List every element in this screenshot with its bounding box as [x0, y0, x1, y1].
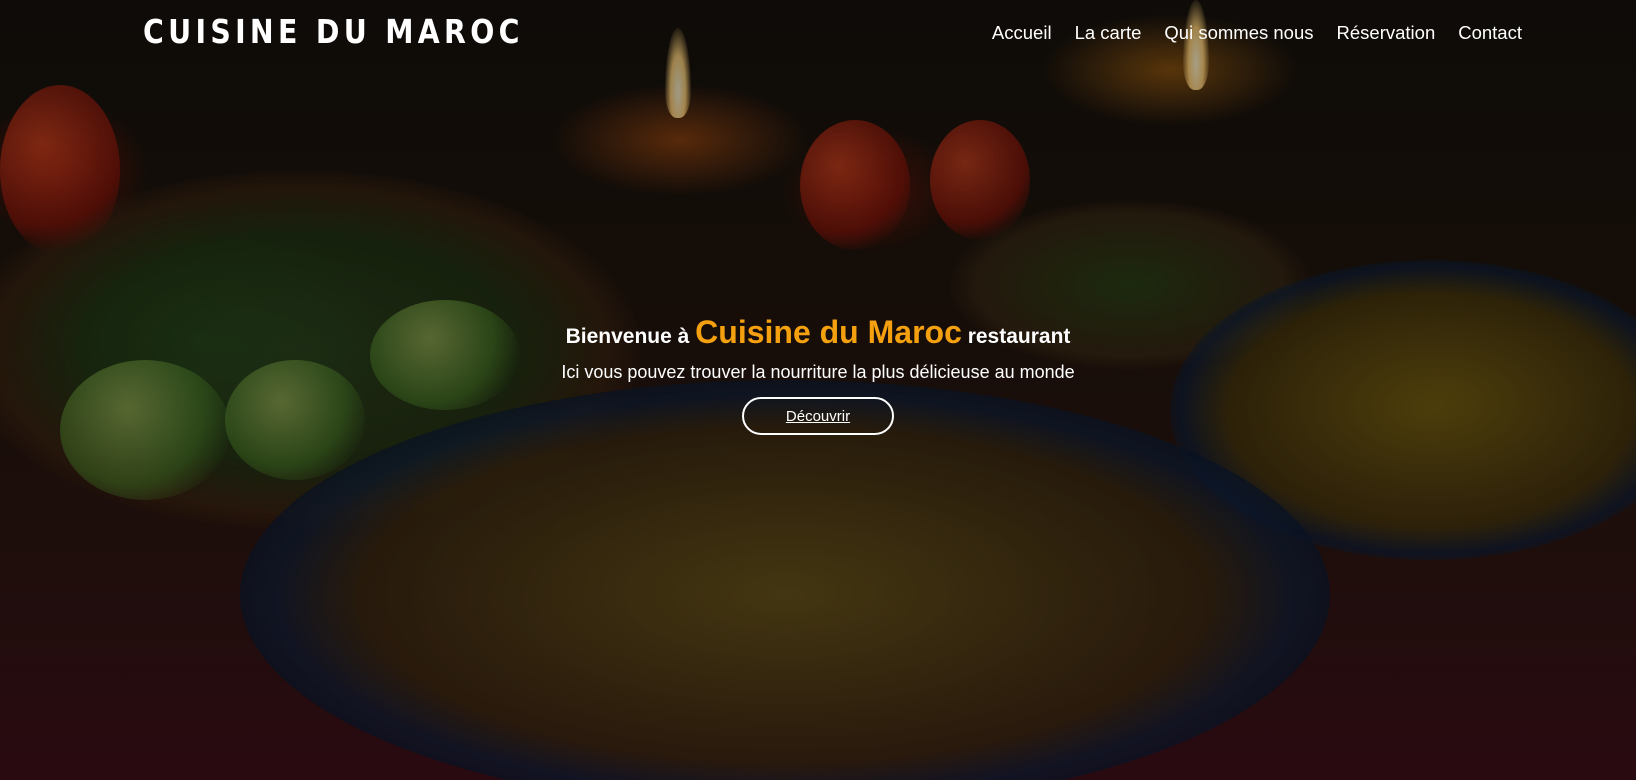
hero-title-brand: Cuisine du Maroc — [695, 314, 962, 350]
nav-item-qui-sommes-nous: Qui sommes nous — [1164, 22, 1313, 44]
nav-item-reservation: Réservation — [1337, 22, 1436, 44]
hero-content: Bienvenue à Cuisine du Maroc restaurant … — [0, 308, 1636, 435]
nav-item-la-carte: La carte — [1075, 22, 1142, 44]
hero-section: CUISINE DU MAROC Accueil La carte Qui so… — [0, 0, 1636, 780]
nav-link-reservation[interactable]: Réservation — [1337, 22, 1436, 43]
hero-title: Bienvenue à Cuisine du Maroc restaurant — [0, 308, 1636, 361]
hero-title-prefix: Bienvenue à — [565, 325, 690, 348]
nav-link-la-carte[interactable]: La carte — [1075, 22, 1142, 43]
nav-item-accueil: Accueil — [992, 22, 1052, 44]
brand-logo[interactable]: CUISINE DU MAROC — [143, 12, 524, 51]
nav-link-contact[interactable]: Contact — [1458, 22, 1522, 43]
nav-menu: Accueil La carte Qui sommes nous Réserva… — [969, 22, 1522, 44]
hero-title-suffix: restaurant — [967, 325, 1071, 348]
navbar: CUISINE DU MAROC Accueil La carte Qui so… — [0, 0, 1636, 70]
hero-subtitle: Ici vous pouvez trouver la nourriture la… — [561, 362, 1075, 382]
nav-link-qui-sommes-nous[interactable]: Qui sommes nous — [1164, 22, 1313, 43]
nav-item-contact: Contact — [1458, 22, 1522, 44]
discover-button[interactable]: Découvrir — [742, 397, 894, 435]
nav-link-accueil[interactable]: Accueil — [992, 22, 1052, 43]
